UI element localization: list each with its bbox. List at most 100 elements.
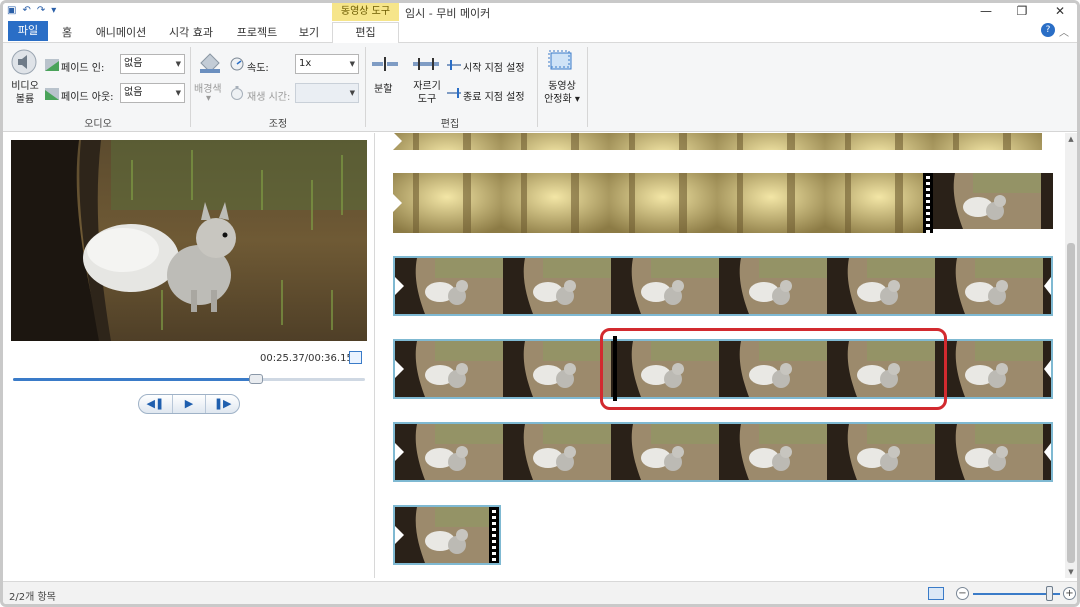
duration-dropdown[interactable]: ▼	[295, 83, 359, 103]
item-count: 2/2개 항목	[9, 592, 56, 603]
next-frame-button[interactable]: ❚▶	[206, 395, 239, 413]
seek-bar-thumb[interactable]	[248, 374, 263, 384]
chevron-down-icon: ▾	[206, 93, 212, 104]
previous-frame-button[interactable]: ◀❚	[139, 395, 173, 413]
fade-out-icon	[45, 88, 59, 100]
scroll-up-icon[interactable]: ▲	[1065, 133, 1077, 145]
split-button[interactable]: 분할	[374, 80, 392, 95]
collapse-ribbon-icon[interactable]: ︿	[1059, 24, 1069, 39]
clip-thumbnail	[503, 341, 611, 397]
set-end-point-button[interactable]: 종료 지점 설정	[463, 88, 525, 103]
clip-strip[interactable]	[393, 422, 1053, 482]
duration-label: 재생 시간:	[247, 92, 291, 103]
video-stabilization-button[interactable]: 동영상 안정화 ▾	[542, 80, 582, 106]
timecode: 00:25.37/00:36.15	[260, 353, 353, 364]
clip-start-marker	[395, 526, 404, 544]
seek-bar[interactable]	[13, 374, 365, 384]
zoom-out-button[interactable]: −	[956, 587, 969, 600]
zoom-in-button[interactable]: +	[1063, 587, 1076, 600]
clip-start-marker	[395, 443, 404, 461]
group-divider	[587, 47, 588, 127]
clip-thumbnail	[717, 173, 825, 233]
fade-in-label: 페이드 인:	[61, 63, 105, 74]
set-start-point-button[interactable]: 시작 지점 설정	[463, 59, 525, 74]
clip-thumbnail	[935, 424, 1043, 480]
quick-access-toolbar: ▣ ↶ ↷ ▾	[7, 5, 56, 16]
chevron-down-icon: ▼	[349, 60, 355, 68]
close-button[interactable]: ✕	[1047, 3, 1073, 21]
clip-thumbnail	[611, 258, 719, 314]
scroll-down-icon[interactable]: ▼	[1065, 566, 1077, 578]
zoom-slider-thumb[interactable]	[1045, 586, 1053, 601]
undo-icon[interactable]: ↶	[22, 5, 30, 16]
speed-dropdown[interactable]: 1x ▼	[295, 54, 359, 74]
fade-out-value: 없음	[124, 87, 143, 98]
speaker-icon[interactable]	[11, 49, 37, 75]
adjust-group-label: 조정	[268, 119, 288, 130]
clip-strip[interactable]	[393, 505, 501, 565]
clip-start-marker	[393, 133, 402, 150]
fade-out-dropdown[interactable]: 없음 ▼	[120, 83, 185, 103]
storyboard-scrollbar[interactable]: ▲ ▼	[1065, 133, 1077, 578]
video-volume-line2: 볼륨	[15, 94, 35, 105]
expand-preview-icon[interactable]	[349, 351, 362, 364]
clip-thumbnail	[501, 133, 609, 150]
playhead-marker[interactable]	[613, 336, 617, 401]
app-window: ▣ ↶ ↷ ▾ 동영상 도구 임시 - 무비 메이커 — ❐ ✕ 파일 홈 애니…	[0, 0, 1080, 607]
clip-thumbnail	[825, 133, 933, 150]
tab-visual-effects[interactable]: 시각 효과	[163, 23, 219, 43]
ribbon: 비디오 볼륨 페이드 인: 없음 ▼ 페이드 아웃: 없음 ▼ 오디오 배경색 …	[3, 43, 1077, 132]
video-volume-button[interactable]: 비디오 볼륨	[10, 80, 40, 106]
speed-icon	[230, 57, 244, 71]
stabilization-line1: 동영상	[548, 81, 576, 92]
tab-view[interactable]: 보기	[293, 23, 325, 43]
video-stabilization-icon[interactable]	[548, 49, 574, 75]
play-button[interactable]: ▶	[173, 395, 207, 413]
group-divider	[537, 47, 538, 127]
clip-strip[interactable]	[393, 256, 1053, 316]
trim-tool-line2: 도구	[417, 94, 437, 105]
maximize-button[interactable]: ❐	[1009, 3, 1035, 21]
clip-start-marker	[395, 277, 404, 295]
context-tab-video-tools: 동영상 도구	[332, 3, 399, 21]
tab-project[interactable]: 프로젝트	[231, 23, 283, 43]
clip-strip[interactable]	[393, 173, 1053, 233]
tab-file[interactable]: 파일	[8, 21, 48, 41]
tab-home[interactable]: 홈	[55, 23, 79, 43]
redo-icon[interactable]: ↷	[37, 5, 45, 16]
title-bar: ▣ ↶ ↷ ▾ 동영상 도구 임시 - 무비 메이커 — ❐ ✕	[3, 3, 1077, 23]
fade-in-dropdown[interactable]: 없음 ▼	[120, 54, 185, 74]
tab-edit[interactable]: 편집	[332, 22, 399, 43]
help-icon[interactable]: ?	[1041, 23, 1055, 37]
video-preview[interactable]	[11, 140, 367, 341]
paint-bucket-icon[interactable]	[197, 49, 223, 75]
speed-value: 1x	[299, 58, 312, 69]
clip-thumbnail	[395, 424, 503, 480]
trim-tool-icon[interactable]	[412, 57, 440, 71]
stopwatch-icon	[231, 86, 243, 100]
split-icon[interactable]	[371, 57, 399, 71]
clip-thumbnail	[719, 258, 827, 314]
clip-thumbnail	[501, 173, 609, 233]
scrollbar-thumb[interactable]	[1067, 243, 1075, 563]
save-icon[interactable]: ▣	[7, 5, 16, 16]
preview-pane: 00:25.37/00:36.15 ◀❚ ▶ ❚▶	[3, 133, 375, 578]
clip-thumbnail	[827, 424, 935, 480]
clip-strip[interactable]	[393, 133, 1042, 150]
clip-thumbnail	[717, 133, 825, 150]
tab-animation[interactable]: 애니메이션	[91, 23, 151, 43]
clip-thumbnail	[503, 424, 611, 480]
trim-tool-line1: 자르기	[413, 81, 441, 92]
trim-tool-button[interactable]: 자르기 도구	[411, 80, 443, 106]
film-transition-icon	[489, 507, 499, 563]
window-title: 임시 - 무비 메이커	[405, 7, 491, 20]
clip-thumbnail	[935, 341, 1043, 397]
clip-thumbnail	[393, 173, 501, 233]
customize-qat-icon[interactable]: ▾	[51, 5, 56, 16]
clip-thumbnail	[719, 424, 827, 480]
speed-label: 속도:	[247, 63, 269, 74]
minimize-button[interactable]: —	[973, 3, 999, 21]
storyboard-view-icon[interactable]	[928, 587, 944, 600]
clip-thumbnail	[935, 258, 1043, 314]
clip-thumbnail	[609, 133, 717, 150]
